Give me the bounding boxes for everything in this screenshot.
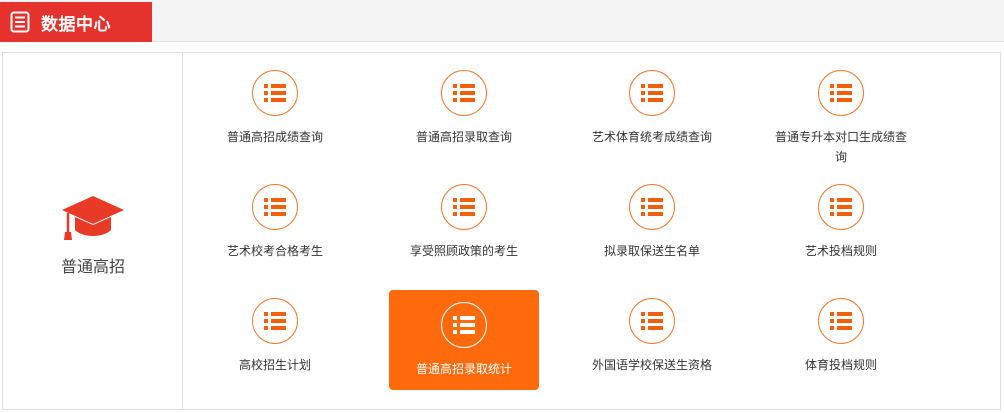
item-label: 普通高招录取查询 [415, 130, 512, 144]
item-label: 外国语学校保送生资格 [591, 358, 712, 372]
data-center-tab[interactable]: 数据中心 [0, 2, 152, 42]
document-icon [10, 11, 30, 33]
item-admission-statistics[interactable]: 普通高招录取统计 [389, 290, 539, 390]
item-upgrade-score-query[interactable]: 普通专升本对口生成绩查询 [766, 58, 916, 164]
item-label: 体育投档规则 [804, 358, 877, 372]
item-label: 拟录取保送生名单 [603, 244, 700, 258]
list-icon [453, 316, 475, 334]
item-arts-sports-score-query[interactable]: 艺术体育统考成绩查询 [577, 58, 727, 158]
item-label: 普通专升本对口生成绩查询 [774, 130, 907, 164]
list-icon [641, 312, 663, 330]
item-enrollment-plan[interactable]: 高校招生计划 [200, 286, 350, 386]
item-sports-filing-rules[interactable]: 体育投档规则 [766, 286, 916, 386]
item-foreign-language-recommended[interactable]: 外国语学校保送生资格 [577, 286, 727, 386]
list-icon [830, 84, 852, 102]
item-icon-circle [441, 184, 487, 230]
list-icon [264, 312, 286, 330]
item-icon-circle [818, 184, 864, 230]
item-admission-query[interactable]: 普通高招录取查询 [389, 58, 539, 158]
list-icon [641, 84, 663, 102]
item-label: 享受照顾政策的考生 [409, 244, 518, 258]
item-icon-circle [629, 184, 675, 230]
data-panel: 普通高招 普通高招成绩查询 普通高招录取查询 艺术体育统考成绩查询 普通专升本对… [2, 52, 1001, 410]
item-icon-circle [252, 298, 298, 344]
item-label: 普通高招录取统计 [415, 362, 512, 376]
item-icon-circle [441, 302, 487, 348]
item-icon-circle [252, 70, 298, 116]
category-general-admission[interactable]: 普通高招 [3, 53, 183, 409]
graduation-cap-icon [62, 196, 124, 240]
list-icon [830, 198, 852, 216]
list-icon [830, 312, 852, 330]
item-icon-circle [629, 70, 675, 116]
item-icon-circle [629, 298, 675, 344]
item-icon-circle [441, 70, 487, 116]
list-icon [264, 84, 286, 102]
item-score-query[interactable]: 普通高招成绩查询 [200, 58, 350, 158]
item-label: 普通高招成绩查询 [226, 130, 323, 144]
item-arts-exam-qualified[interactable]: 艺术校考合格考生 [200, 172, 350, 272]
item-icon-circle [818, 298, 864, 344]
item-label: 艺术校考合格考生 [226, 244, 323, 258]
item-icon-circle [252, 184, 298, 230]
list-icon [453, 198, 475, 216]
item-icon-circle [818, 70, 864, 116]
item-label: 高校招生计划 [238, 358, 311, 372]
page-title: 数据中心 [41, 14, 111, 35]
category-label: 普通高招 [60, 257, 125, 276]
list-icon [453, 84, 475, 102]
item-arts-filing-rules[interactable]: 艺术投档规则 [766, 172, 916, 272]
list-icon [641, 198, 663, 216]
item-label: 艺术体育统考成绩查询 [591, 130, 712, 144]
item-recommended-list[interactable]: 拟录取保送生名单 [577, 172, 727, 272]
item-label: 艺术投档规则 [804, 244, 877, 258]
header-bar: 数据中心 [0, 0, 1004, 42]
list-icon [264, 198, 286, 216]
item-preferential-policy[interactable]: 享受照顾政策的考生 [389, 172, 539, 272]
